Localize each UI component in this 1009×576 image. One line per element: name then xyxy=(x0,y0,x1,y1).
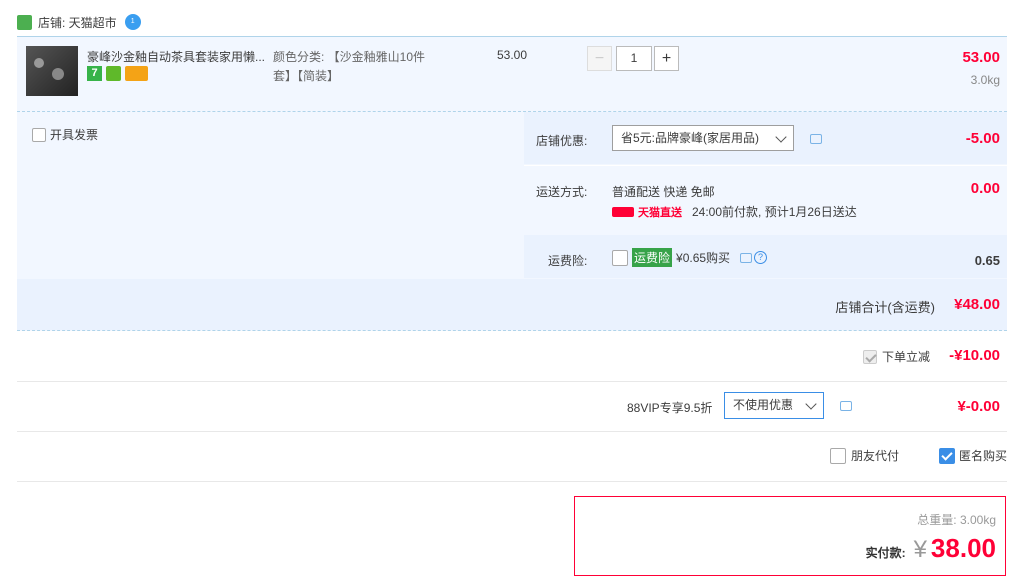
discount-amount: -5.00 xyxy=(965,130,1000,147)
shipping-row: 运送方式: 普通配送 快递 免邮 天猫直送 24:00前付款, 预计1月26日送… xyxy=(524,165,1007,235)
chevron-down-icon xyxy=(775,131,787,143)
friend-pay-option[interactable]: 朋友代付 xyxy=(830,447,899,464)
payment-summary-box: 总重量: 3.00kg 实付款: ¥ 38.00 xyxy=(574,496,1006,576)
invoice-option[interactable]: 开具发票 xyxy=(32,126,98,143)
instant-discount-amount: -¥10.00 xyxy=(949,347,1000,364)
insurance-amount: 0.65 xyxy=(974,253,1000,268)
item-row: 豪峰沙金釉自动茶具套装家用懒... 7 颜色分类: 【沙金釉雅山10件 套】【简… xyxy=(17,36,1007,112)
chat-badge: 1 xyxy=(130,18,135,25)
store-name[interactable]: 店铺: 天猫超市 xyxy=(38,14,117,31)
seven-day-label: 7 xyxy=(91,67,98,79)
product-thumbnail[interactable] xyxy=(26,46,78,96)
delivery-eta: 24:00前付款, 预计1月26日送达 xyxy=(692,205,857,219)
item-weight: 3.0kg xyxy=(970,73,1000,87)
vip-amount: ¥-0.00 xyxy=(957,398,1000,415)
vip-selected: 不使用优惠 xyxy=(733,398,794,412)
seven-day-return-icon: 7 xyxy=(87,66,102,81)
pay-label: 实付款: xyxy=(865,546,906,560)
insurance-row: 运费险: 运费险 ¥0.65购买 ? 0.65 xyxy=(524,235,1007,278)
currency-symbol: ¥ xyxy=(913,536,927,563)
insurance-checkbox[interactable] xyxy=(612,249,628,266)
store-total-label: 店铺合计(含运费) xyxy=(835,300,935,315)
teacup-image-icon xyxy=(34,58,44,68)
anonymous-option[interactable]: 匿名购买 xyxy=(939,447,1007,464)
chat-icon[interactable] xyxy=(740,252,753,263)
insurance-tag: 运费险 xyxy=(632,248,673,267)
decrease-button[interactable]: − xyxy=(587,46,612,71)
insurance-price: ¥0.65购买 xyxy=(676,251,731,265)
invoice-checkbox[interactable] xyxy=(32,127,46,142)
tmall-direct-icon xyxy=(612,206,634,217)
sku-info: 颜色分类: 【沙金釉雅山10件 套】【简装】 xyxy=(273,48,448,86)
unit-price: 53.00 xyxy=(497,48,528,62)
increase-button[interactable]: + xyxy=(654,46,679,71)
sku-line-1: 颜色分类: 【沙金釉雅山10件 xyxy=(273,50,426,64)
store-total-row: 店铺合计(含运费) ¥48.00 xyxy=(17,279,1007,330)
shipping-method: 普通配送 快递 免邮 xyxy=(612,185,715,199)
friend-pay-label: 朋友代付 xyxy=(851,449,900,463)
chat-icon[interactable] xyxy=(810,134,822,144)
quantity-stepper: − 1 + xyxy=(587,46,679,71)
payment-options-row: 朋友代付 匿名购买 xyxy=(17,432,1007,482)
instant-discount-row: 下单立减 -¥10.00 xyxy=(17,331,1007,382)
credit-card-icon xyxy=(125,66,148,81)
insurance-label: 运费险: xyxy=(548,254,588,268)
shipping-label: 运送方式: xyxy=(536,185,588,199)
help-icon[interactable]: ? xyxy=(754,251,768,264)
discount-select[interactable]: 省5元:品牌豪峰(家居用品) xyxy=(612,125,794,151)
friend-pay-checkbox[interactable] xyxy=(830,447,846,464)
wangwang-chat-icon[interactable]: 1 xyxy=(124,14,141,30)
store-total-amount: ¥48.00 xyxy=(954,296,1000,313)
tmall-direct-badge: 天猫直送 xyxy=(638,206,682,219)
total-weight-label: 总重量: xyxy=(917,513,957,527)
item-subtotal: 53.00 xyxy=(962,49,1000,66)
instant-discount-label: 下单立减 xyxy=(882,350,931,364)
guarantee-icon xyxy=(106,66,121,81)
discount-label: 店铺优惠: xyxy=(536,134,588,148)
chevron-down-icon xyxy=(805,398,817,410)
pay-amount: 38.00 xyxy=(930,533,996,563)
total-weight-value: 3.00kg xyxy=(959,513,996,527)
product-title[interactable]: 豪峰沙金釉自动茶具套装家用懒... xyxy=(87,48,269,65)
vip-select[interactable]: 不使用优惠 xyxy=(724,392,824,419)
anonymous-checkbox[interactable] xyxy=(939,447,955,464)
anonymous-label: 匿名购买 xyxy=(959,449,1008,463)
order-options-panel: 开具发票 店铺优惠: 省5元:品牌豪峰(家居用品) -5.00 运送方式: 普通… xyxy=(17,112,1007,331)
tmall-store-icon xyxy=(17,14,32,30)
sku-line-2: 套】【简装】 xyxy=(273,69,340,83)
instant-discount-checkbox[interactable] xyxy=(863,349,877,364)
store-header: 店铺: 天猫超市 1 xyxy=(17,12,141,32)
vip-label: 88VIP专享9.5折 xyxy=(627,401,713,415)
discount-selected: 省5元:品牌豪峰(家居用品) xyxy=(621,131,760,145)
discount-row: 店铺优惠: 省5元:品牌豪峰(家居用品) -5.00 xyxy=(524,112,1007,164)
shipping-amount: 0.00 xyxy=(970,180,1000,197)
invoice-label: 开具发票 xyxy=(50,128,99,142)
chat-icon[interactable] xyxy=(840,401,852,411)
vip-row: 88VIP专享9.5折 不使用优惠 ¥-0.00 xyxy=(17,382,1007,432)
teapot-image-icon xyxy=(52,68,64,80)
quantity-input[interactable]: 1 xyxy=(616,46,652,71)
